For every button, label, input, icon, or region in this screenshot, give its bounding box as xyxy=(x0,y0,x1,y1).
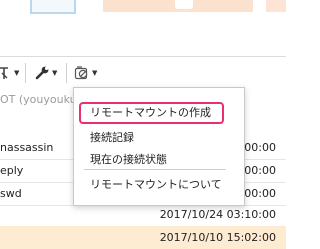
wrench-icon xyxy=(35,66,49,80)
menu-item-create-remote-mount[interactable]: リモートマウントの作成 xyxy=(79,102,224,124)
folder-thumbnail[interactable] xyxy=(266,0,286,12)
caret-down-icon: ▼ xyxy=(52,69,58,77)
row-name: eply xyxy=(0,164,24,177)
folder-thumbnail[interactable] xyxy=(103,0,253,12)
remote-mount-menu-button[interactable]: ▼ xyxy=(74,63,97,83)
toolbar: ▼ ▼ ▼ xyxy=(0,56,286,89)
toolbar-divider xyxy=(66,63,67,83)
partial-icon xyxy=(0,67,8,79)
partial-tool-button[interactable]: ▼ xyxy=(0,63,19,83)
shared-folder-icon xyxy=(74,66,88,80)
tools-button[interactable]: ▼ xyxy=(34,63,57,83)
menu-divider xyxy=(84,169,226,170)
caret-down-icon: ▼ xyxy=(92,69,98,77)
remote-mount-dropdown-menu: リモートマウントの作成 接続記録 現在の接続状態 リモートマウントについて xyxy=(73,87,245,206)
menu-item-about-remote-mount[interactable]: リモートマウントについて xyxy=(90,176,222,192)
row-name: nassassin xyxy=(0,141,54,154)
thumbnail-strip xyxy=(0,0,286,24)
table-row[interactable]: 2017/10/24 03:10:00 xyxy=(0,203,286,227)
row-date: 2017/10/24 03:10:00 xyxy=(159,208,276,221)
toolbar-divider xyxy=(25,63,26,83)
menu-item-connection-log[interactable]: 接続記録 xyxy=(90,129,134,145)
table-row-highlighted[interactable]: 2017/10/10 15:02:00 xyxy=(0,226,286,249)
row-date: 2017/10/10 15:02:00 xyxy=(159,231,276,244)
menu-item-current-connection-status[interactable]: 現在の接続状態 xyxy=(90,151,167,167)
caret-down-icon: ▼ xyxy=(14,69,20,77)
row-name: swd xyxy=(0,187,22,200)
folder-thumbnail[interactable] xyxy=(30,0,76,14)
